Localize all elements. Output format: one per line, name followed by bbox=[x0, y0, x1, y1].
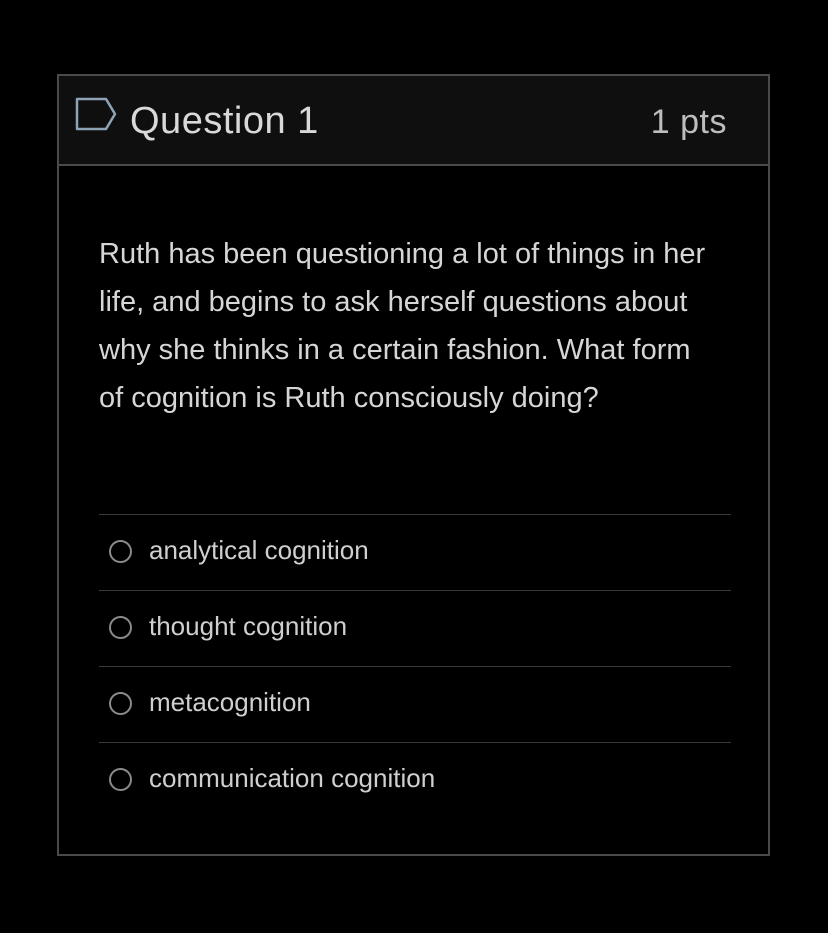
question-card: Question 1 1 pts Ruth has been questioni… bbox=[57, 74, 770, 856]
question-points: 1 pts bbox=[650, 103, 727, 141]
answer-option[interactable]: thought cognition bbox=[99, 590, 731, 666]
answer-option[interactable]: metacognition bbox=[99, 666, 731, 742]
radio-button[interactable] bbox=[109, 692, 132, 715]
answer-option[interactable]: communication cognition bbox=[99, 742, 731, 818]
radio-button[interactable] bbox=[109, 616, 132, 639]
question-title: Question 1 bbox=[130, 100, 319, 142]
question-header: Question 1 1 pts bbox=[59, 76, 768, 166]
radio-button[interactable] bbox=[109, 540, 132, 563]
answer-label: metacognition bbox=[149, 687, 311, 717]
answer-option[interactable]: analytical cognition bbox=[99, 514, 731, 590]
answer-list: analytical cognition thought cognition m… bbox=[99, 514, 731, 818]
bookmark-flag-icon[interactable] bbox=[75, 97, 117, 131]
answer-label: communication cognition bbox=[149, 763, 436, 793]
answer-label: analytical cognition bbox=[149, 535, 369, 565]
question-text: Ruth has been questioning a lot of thing… bbox=[99, 238, 706, 414]
radio-button[interactable] bbox=[109, 768, 132, 791]
answer-label: thought cognition bbox=[149, 611, 348, 641]
